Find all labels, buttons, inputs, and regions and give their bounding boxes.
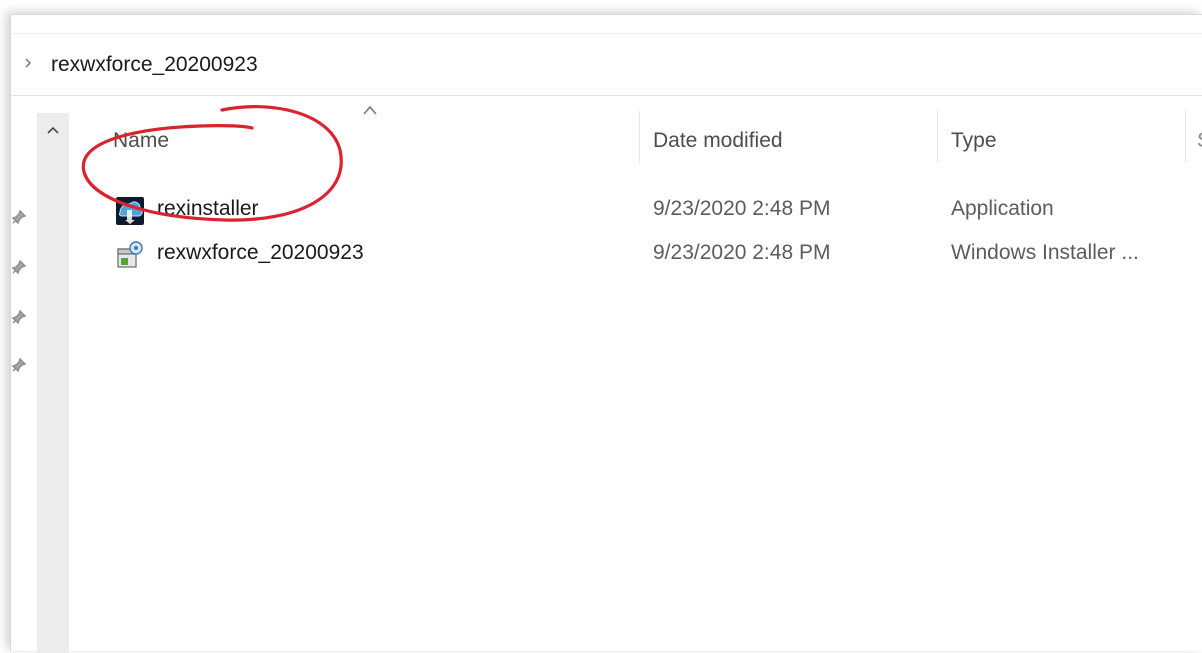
file-type: Application [951, 197, 1054, 220]
address-bar[interactable]: rexwxforce_20200923 [11, 35, 1202, 96]
column-header-name[interactable]: Name [113, 121, 169, 161]
column-divider[interactable] [639, 111, 640, 163]
vertical-scrollbar[interactable] [37, 113, 69, 653]
screenshot-frame: rexwxforce_20200923 Name Date modified T… [0, 0, 1202, 653]
file-list: Name Date modified Type S rexinstaller 9… [71, 97, 1202, 651]
column-header-type[interactable]: Type [951, 121, 997, 161]
file-type: Windows Installer ... [951, 241, 1139, 264]
file-date-modified: 9/23/2020 2:48 PM [653, 197, 831, 220]
installer-package-icon [115, 240, 145, 270]
pin-icon[interactable] [11, 357, 27, 373]
pin-icon[interactable] [11, 259, 27, 275]
file-name[interactable]: rexwxforce_20200923 [157, 233, 364, 273]
file-explorer-window: rexwxforce_20200923 Name Date modified T… [10, 14, 1202, 653]
column-header-size[interactable]: S [1197, 121, 1202, 161]
pin-icon[interactable] [11, 309, 27, 325]
chevron-right-icon[interactable] [23, 56, 37, 75]
pin-icon[interactable] [11, 209, 27, 225]
scroll-up-button[interactable] [37, 113, 69, 147]
navigation-pane [11, 97, 37, 651]
title-strip [11, 15, 1202, 34]
column-divider[interactable] [937, 111, 938, 163]
file-name[interactable]: rexinstaller [157, 189, 259, 229]
chevron-up-icon [361, 103, 379, 117]
table-row[interactable]: rexwxforce_20200923 9/23/2020 2:48 PM Wi… [71, 233, 1202, 273]
file-date-modified: 9/23/2020 2:48 PM [653, 241, 831, 264]
breadcrumb-folder[interactable]: rexwxforce_20200923 [51, 53, 258, 77]
column-header-date-modified[interactable]: Date modified [653, 121, 783, 161]
column-divider[interactable] [1185, 111, 1186, 163]
application-icon [115, 196, 145, 226]
table-row[interactable]: rexinstaller 9/23/2020 2:48 PM Applicati… [71, 189, 1202, 229]
